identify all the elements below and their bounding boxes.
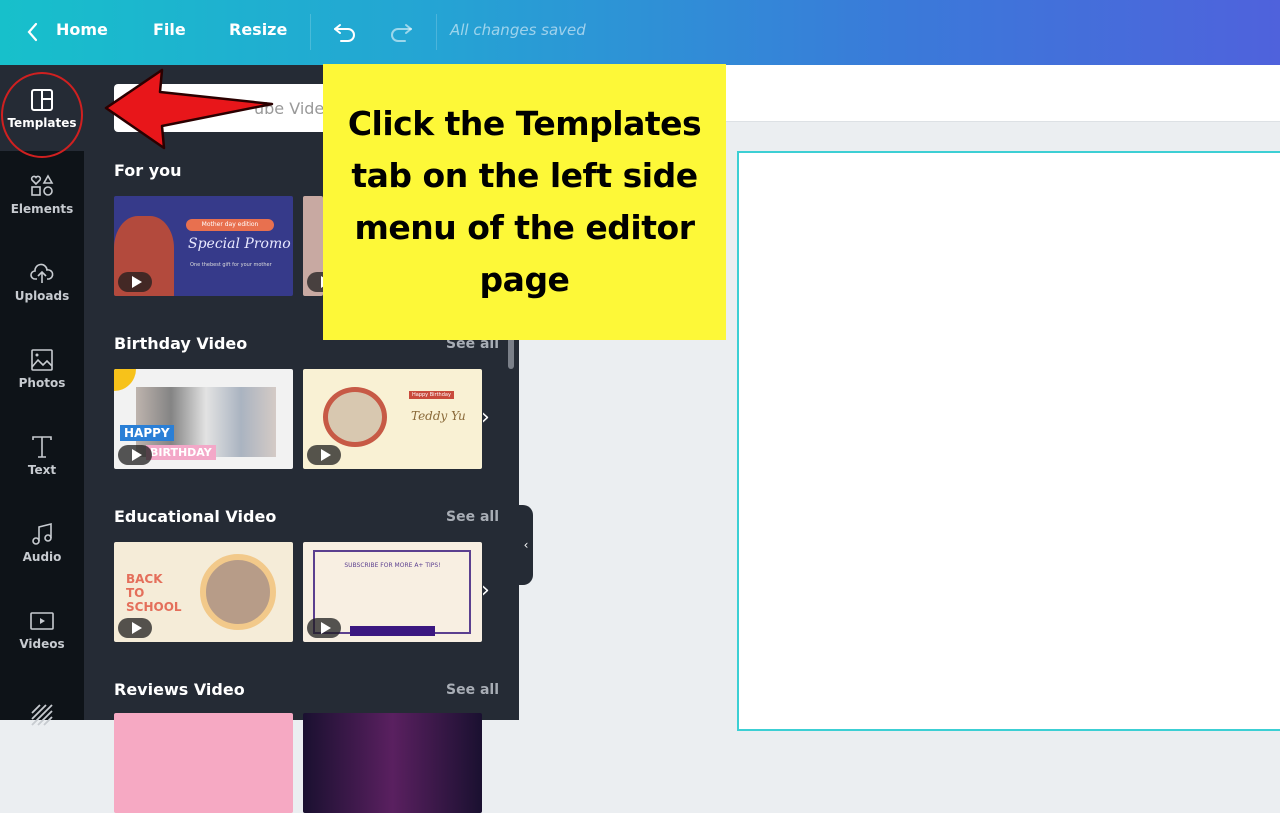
side-nav: Templates Elements Uploads Photos Text A… (0, 65, 84, 726)
thumb-subtitle: One thebest gift for your mother (190, 262, 272, 268)
sidebar-item-text[interactable]: Text (0, 412, 84, 498)
sidebar-item-label: Text (27, 462, 57, 477)
template-thumb-back-to-school[interactable]: BACK TO SCHOOL (114, 542, 293, 642)
template-thumb-reviews-2[interactable] (303, 713, 482, 813)
redo-icon[interactable] (388, 19, 414, 45)
play-icon (118, 445, 152, 465)
callout-text: Click the Templates tab on the left side… (347, 104, 702, 299)
sidebar-item-photos[interactable]: Photos (0, 325, 84, 411)
divider (310, 14, 311, 50)
sidebar-item-label: Photos (18, 375, 66, 390)
sidebar-item-audio[interactable]: Audio (0, 499, 84, 585)
play-icon (307, 618, 341, 638)
decor (114, 369, 136, 391)
thumb-title: HAPPY (120, 425, 174, 441)
chevron-left-icon[interactable] (22, 20, 42, 44)
thumb-title: SUBSCRIBE FOR MORE A+ TIPS! (344, 562, 441, 569)
play-icon (118, 618, 152, 638)
music-note-icon (32, 522, 52, 545)
template-thumb-happy-birthday[interactable]: HAPPY BIRTHDAY (114, 369, 293, 469)
section-title-reviews: Reviews Video (114, 680, 245, 699)
thumb-subtitle: BIRTHDAY (146, 445, 216, 460)
chevron-right-icon[interactable]: › (481, 580, 495, 602)
sidebar-item-elements[interactable]: Elements (0, 151, 84, 237)
see-all-educational-link[interactable]: See all (446, 509, 499, 525)
template-thumb-reviews-1[interactable] (114, 713, 293, 813)
sidebar-item-label: Audio (22, 549, 62, 564)
home-button[interactable]: Home (56, 20, 108, 39)
background-stripes-icon (31, 703, 53, 726)
resize-button[interactable]: Resize (229, 20, 287, 39)
sidebar-item-background[interactable] (0, 673, 84, 759)
design-canvas[interactable] (737, 151, 1280, 731)
section-title-birthday: Birthday Video (114, 334, 248, 353)
sidebar-item-videos[interactable]: Videos (0, 586, 84, 672)
thumb-title: Special Promo (188, 236, 291, 252)
badge: Happy Birthday (409, 391, 454, 399)
section-title-educational: Educational Video (114, 507, 277, 526)
collapse-panel-button[interactable]: ‹ (519, 505, 533, 585)
text-icon (32, 435, 52, 458)
template-thumb-teddy-birthday[interactable]: Happy Birthday Teddy Yu (303, 369, 482, 469)
highlight-circle (1, 72, 83, 158)
divider (436, 14, 437, 50)
play-icon (118, 272, 152, 292)
chevron-right-icon[interactable]: › (481, 407, 495, 429)
undo-icon[interactable] (332, 19, 358, 45)
template-thumb-mother-day[interactable]: Mother day edition Special Promo One the… (114, 196, 293, 296)
thumb-title: BACK TO SCHOOL (126, 572, 182, 614)
thumb-title: Teddy Yu (411, 409, 466, 423)
sidebar-item-label: Elements (10, 201, 74, 216)
red-arrow-annotation (104, 68, 274, 150)
instruction-callout: Click the Templates tab on the left side… (323, 64, 726, 340)
video-icon (30, 611, 54, 630)
template-thumb-for-you-2[interactable] (303, 196, 323, 296)
sidebar-item-uploads[interactable]: Uploads (0, 238, 84, 324)
sidebar-item-label: Videos (19, 636, 65, 651)
badge: Mother day edition (186, 219, 274, 231)
save-status: All changes saved (450, 21, 586, 39)
template-thumb-subscribe-tips[interactable]: SUBSCRIBE FOR MORE A+ TIPS! (303, 542, 482, 642)
photo-students (200, 554, 276, 630)
top-bar: Home File Resize All changes saved (0, 0, 1280, 65)
play-icon (307, 272, 323, 292)
elements-icon (30, 173, 54, 196)
see-all-reviews-link[interactable]: See all (446, 682, 499, 698)
photo-beach (323, 387, 387, 447)
play-icon (307, 445, 341, 465)
file-menu-button[interactable]: File (153, 20, 186, 39)
photo-icon (31, 348, 53, 371)
sidebar-item-label: Uploads (14, 288, 70, 303)
upload-cloud-icon (30, 263, 54, 283)
bottom-bar (350, 626, 435, 636)
